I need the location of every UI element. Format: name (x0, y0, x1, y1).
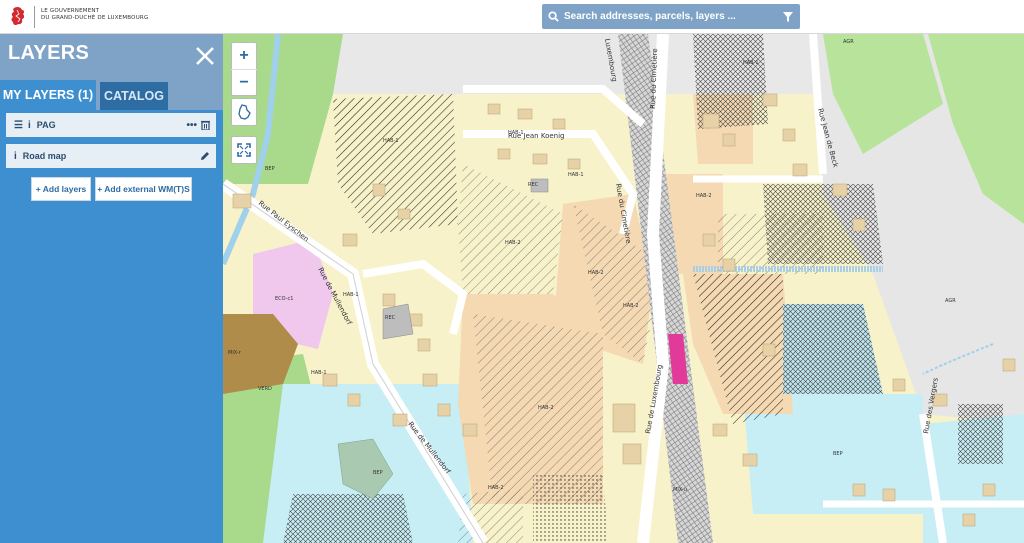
layer-item-road-map[interactable]: i Road map (6, 144, 216, 168)
tab-catalog[interactable]: CATALOG (100, 82, 168, 110)
zone-label: AGR (945, 298, 956, 304)
government-logo[interactable]: LE GOUVERNEMENT DU GRAND-DUCHÉ DE LUXEMB… (8, 5, 148, 29)
top-bar: LE GOUVERNEMENT DU GRAND-DUCHÉ DE LUXEMB… (0, 0, 1024, 34)
close-icon[interactable] (193, 44, 217, 68)
zone-label: BEP (265, 166, 275, 172)
info-icon[interactable]: i (14, 151, 17, 162)
expand-icon (237, 143, 251, 157)
luxembourg-shape-icon (238, 104, 251, 120)
zone-label: HAB-2 (623, 303, 639, 309)
add-layers-button[interactable]: + Add layers (31, 177, 91, 201)
fullscreen-control (231, 136, 257, 164)
country-extent-control (231, 98, 257, 126)
zone-label: HAB-1 (343, 292, 359, 298)
search-bar[interactable]: Search addresses, parcels, layers ... (542, 4, 800, 29)
logo-line2: DU GRAND-DUCHÉ DE LUXEMBOURG (41, 15, 149, 21)
fullscreen-button[interactable] (231, 137, 257, 163)
zoom-control: + − (231, 42, 257, 96)
panel-header: LAYERS (0, 34, 223, 80)
lion-icon (11, 6, 25, 26)
layer-item-pag[interactable]: ☰ i PAG ••• (6, 113, 216, 137)
logo-line1: LE GOUVERNEMENT (41, 8, 100, 14)
logo-text: LE GOUVERNEMENT DU GRAND-DUCHÉ DE LUXEMB… (41, 8, 148, 22)
zone-label: HAB-1 (568, 172, 584, 178)
trash-icon[interactable] (201, 120, 210, 130)
zone-label: HAB-1 (311, 370, 327, 376)
zone-label: BEP (833, 451, 843, 457)
street-label: Rue Jean Koenig (508, 132, 565, 140)
zone-label: HAB-1 (383, 138, 399, 144)
panel-tabs: MY LAYERS (1) CATALOG (0, 80, 223, 110)
zone-label: HAB-1 (743, 60, 759, 66)
map-canvas[interactable]: HAB-1 HAB-1 HAB-1 HAB-1 HAB-1 HAB-1 HAB-… (223, 34, 1024, 543)
more-icon[interactable]: ••• (186, 120, 197, 131)
zone-label: HAB-2 (488, 485, 504, 491)
search-icon (542, 4, 564, 29)
zone-label: MIX-u (673, 487, 687, 493)
layer-label: Road map (22, 151, 67, 161)
search-placeholder[interactable]: Search addresses, parcels, layers ... (564, 11, 776, 22)
zone-label: REC (528, 182, 539, 188)
zone-label: VERD (258, 386, 272, 392)
zone-label: HAB-2 (505, 240, 521, 246)
filter-icon[interactable] (776, 4, 800, 29)
zoom-in-button[interactable]: + (231, 43, 257, 69)
zone-label: ECO-c1 (275, 296, 293, 302)
pag-map[interactable]: HAB-1 HAB-1 HAB-1 HAB-1 HAB-1 HAB-1 HAB-… (223, 34, 1024, 543)
panel-title: LAYERS (8, 42, 90, 64)
zone-label: MIX-r (228, 350, 242, 356)
add-external-wmts-button[interactable]: + Add external WM(T)S (95, 177, 192, 201)
country-extent-button[interactable] (231, 99, 257, 125)
zone-label: REC (385, 315, 396, 321)
tab-my-layers[interactable]: MY LAYERS (1) (0, 80, 96, 110)
layer-label: PAG (36, 120, 56, 130)
zone-label: BEP (373, 470, 383, 476)
zone-label: HAB-2 (696, 193, 712, 199)
logo-divider (34, 6, 35, 28)
zone-label: AGR (843, 39, 854, 45)
layers-panel: LAYERS MY LAYERS (1) CATALOG ☰ i PAG •••… (0, 34, 223, 543)
drag-handle-icon[interactable]: ☰ (14, 120, 23, 131)
zone-label: HAB-2 (588, 270, 604, 276)
info-icon[interactable]: i (28, 120, 31, 131)
zone-label: HAB-2 (538, 405, 554, 411)
zoom-out-button[interactable]: − (231, 69, 257, 95)
pencil-icon[interactable] (200, 151, 210, 161)
